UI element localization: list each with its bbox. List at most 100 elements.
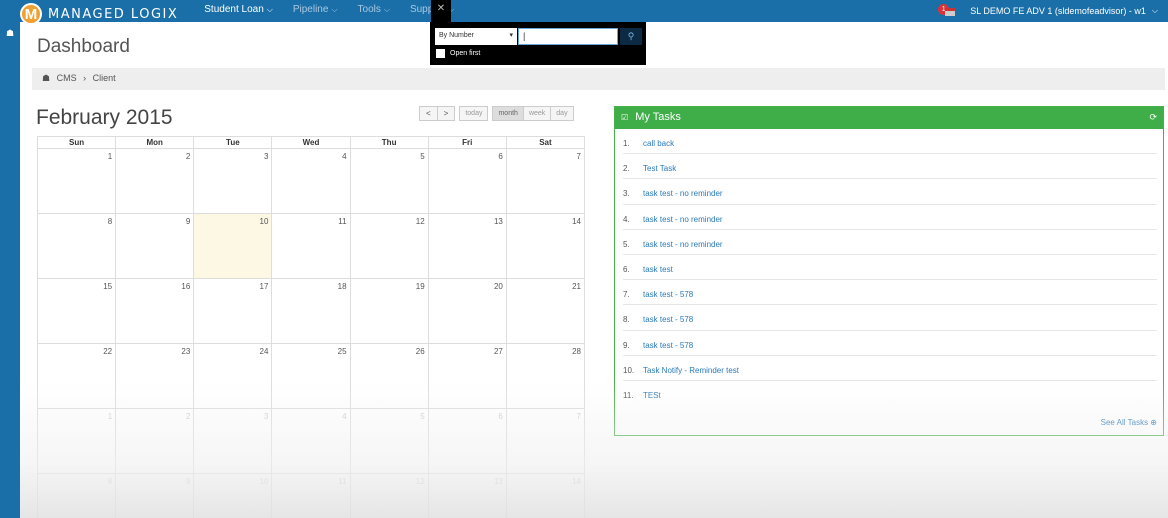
task-item[interactable]: 10. Task Notify - Reminder test [623, 356, 1157, 381]
calendar-month-button[interactable]: month [492, 106, 524, 121]
calendar-day-cell[interactable]: 8 [38, 214, 117, 279]
calendar-day-cell[interactable]: 4 [272, 409, 351, 474]
close-search-button[interactable]: ✕ [431, 0, 451, 22]
chevron-down-icon: ⌵ [1151, 6, 1158, 15]
user-menu[interactable]: 1 SL DEMO FE ADV 1 (sldemofeadvisor) - w… [938, 0, 1158, 22]
calendar-day-cell[interactable]: 17 [194, 279, 273, 344]
breadcrumb-cms[interactable]: CMS [57, 73, 77, 83]
task-link[interactable]: task test - no reminder [643, 215, 723, 229]
task-link[interactable]: Task Notify - Reminder test [643, 366, 739, 380]
calendar-day-cell[interactable]: 1 [38, 409, 117, 474]
calendar-day-cell[interactable]: 26 [350, 344, 429, 409]
calendar-day-cell[interactable]: 5 [350, 409, 429, 474]
logo[interactable]: M MANAGED LOGIX [0, 0, 178, 25]
calendar-day-cell[interactable]: 13 [429, 474, 507, 518]
task-number: 9. [623, 340, 630, 350]
home-icon[interactable]: ☗ [0, 22, 20, 39]
calendar-day-cell[interactable]: 1 [38, 149, 117, 214]
calendar-day-cell[interactable]: 19 [350, 279, 429, 344]
task-item[interactable]: 9. task test - 578 [623, 331, 1157, 356]
calendar-day-cell[interactable]: 15 [38, 279, 117, 344]
calendar-day-cell[interactable]: 7 [506, 149, 585, 214]
task-link[interactable]: Test Task [643, 164, 676, 178]
task-number: 7. [623, 290, 630, 300]
day-header: Wed [272, 137, 351, 149]
calendar-today-button[interactable]: today [459, 106, 489, 121]
calendar-day-cell[interactable]: 3 [194, 149, 273, 214]
calendar-day-cell[interactable]: 2 [116, 149, 195, 214]
task-link[interactable]: task test - 578 [643, 341, 693, 355]
calendar-day-cell[interactable]: 9 [116, 214, 195, 279]
nav-pipeline[interactable]: Pipeline ⌵ [283, 0, 348, 22]
calendar-day-cell[interactable]: 9 [116, 474, 195, 518]
refresh-icon[interactable]: ⟳ [1149, 112, 1157, 123]
task-item[interactable]: 3. task test - no reminder [623, 179, 1157, 205]
calendar-day-cell[interactable]: 12 [350, 214, 429, 279]
task-number: 3. [623, 189, 630, 199]
calendar-day-cell[interactable]: 18 [272, 279, 351, 344]
calendar-day-cell[interactable]: 13 [428, 214, 507, 279]
open-first-label: Open first [450, 50, 481, 57]
calendar-day-cell[interactable]: 11 [272, 214, 351, 279]
task-item[interactable]: 11. TESt [623, 381, 1157, 406]
nav-student-loan[interactable]: Student Loan ⌵ [194, 0, 283, 22]
calendar-day-cell[interactable]: 3 [194, 409, 273, 474]
calendar-day-cell[interactable]: 10 [194, 474, 273, 518]
calendar-day-button[interactable]: day [550, 106, 574, 121]
task-number: 10. [623, 365, 635, 375]
calendar-day-cell[interactable]: 11 [272, 474, 351, 518]
task-link[interactable]: TESt [643, 391, 661, 406]
task-link[interactable]: call back [643, 139, 674, 153]
task-item[interactable]: 1. call back [623, 129, 1157, 155]
calendar-day-cell[interactable]: 27 [428, 344, 507, 409]
task-link[interactable]: task test - 578 [643, 315, 693, 329]
calendar-next-button[interactable]: > [436, 106, 456, 121]
checkbox-box[interactable] [436, 49, 445, 58]
calendar-day-cell[interactable]: 2 [116, 409, 195, 474]
flag-icon [945, 8, 956, 16]
calendar-week-row: 22 23 24 25 26 27 28 [37, 344, 585, 409]
calendar-day-cell[interactable]: 14 [506, 214, 585, 279]
task-item[interactable]: 7. task test - 578 [623, 280, 1157, 306]
home-icon[interactable]: ☗ [42, 73, 50, 83]
calendar-day-cell[interactable]: 6 [428, 149, 507, 214]
calendar-day-cell[interactable]: 25 [272, 344, 351, 409]
calendar-day-cell[interactable]: 20 [428, 279, 507, 344]
top-navbar: M MANAGED LOGIX Student Loan ⌵ Pipeline ⌵ … [0, 0, 1168, 25]
calendar-day-cell[interactable]: 5 [350, 149, 429, 214]
calendar-day-cell[interactable]: 8 [38, 474, 117, 518]
calendar-day-cell[interactable]: 23 [116, 344, 195, 409]
task-link[interactable]: task test - no reminder [643, 240, 723, 254]
task-link[interactable]: task test - no reminder [643, 189, 723, 203]
calendar-day-cell[interactable]: 28 [506, 344, 585, 409]
search-input[interactable]: | [518, 28, 618, 45]
task-item[interactable]: 6. task test [623, 255, 1157, 281]
calendar-week-button[interactable]: week [522, 106, 552, 121]
day-header: Fri [428, 137, 507, 149]
calendar-day-cell[interactable]: 16 [116, 279, 195, 344]
task-item[interactable]: 4. task test - no reminder [623, 205, 1157, 230]
calendar-day-cell[interactable]: 6 [428, 409, 507, 474]
notification-icon[interactable]: 1 [938, 4, 956, 17]
calendar-day-cell[interactable]: 24 [194, 344, 273, 409]
calendar-prev-button[interactable]: < [419, 106, 438, 121]
calendar-day-cell[interactable]: 12 [351, 474, 429, 518]
see-all-tasks-link[interactable]: See All Tasks ⊕ [1101, 418, 1157, 427]
calendar-today-cell[interactable]: 10 [194, 214, 273, 279]
calendar-day-cell[interactable]: 22 [38, 344, 117, 409]
task-item[interactable]: 5. task test - no reminder [623, 230, 1157, 255]
task-number: 5. [623, 239, 630, 249]
task-item[interactable]: 2. Test Task [623, 154, 1157, 180]
open-first-checkbox[interactable]: Open first [436, 49, 480, 58]
task-link[interactable]: task test [643, 265, 673, 279]
task-item[interactable]: 8. task test - 578 [623, 305, 1157, 331]
calendar-day-cell[interactable]: 7 [506, 409, 585, 474]
nav-tools[interactable]: Tools ⌵ [348, 0, 400, 22]
calendar-day-cell[interactable]: 14 [507, 474, 585, 518]
task-link[interactable]: task test - 578 [643, 290, 693, 304]
search-mode-select[interactable]: By Number ▾ [435, 28, 517, 45]
user-label: SL DEMO FE ADV 1 (sldemofeadvisor) - w1 [970, 6, 1146, 16]
search-icon[interactable]: ⚲ [620, 28, 642, 45]
calendar-day-cell[interactable]: 4 [272, 149, 351, 214]
calendar-day-cell[interactable]: 21 [506, 279, 585, 344]
